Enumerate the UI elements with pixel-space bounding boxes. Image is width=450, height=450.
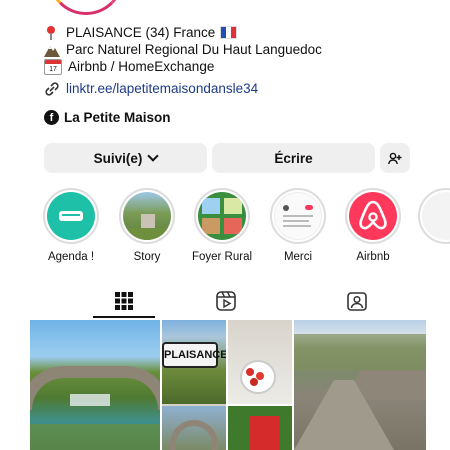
tab-grid[interactable] (94, 286, 154, 316)
message-button[interactable]: Écrire (212, 143, 375, 173)
highlight-label: Merci (283, 251, 313, 263)
highlight-label: Airbnb (356, 251, 390, 263)
bio-link[interactable]: linktr.ee/lapetitemaisondansle34 (66, 80, 258, 97)
bio-park: Parc Naturel Regional Du Haut Languedoc (66, 42, 322, 57)
tagged-icon (347, 292, 367, 311)
foyer-rural-cover-icon (198, 192, 246, 240)
highlight-story[interactable]: Story (114, 188, 180, 263)
bio-facebook-line[interactable]: f La Petite Maison (44, 109, 434, 126)
highlight-merci[interactable]: Merci (265, 188, 331, 263)
profile-avatar-ring[interactable] (48, 0, 124, 15)
profile-tabs (30, 286, 426, 318)
bio-rentals-line: 17 Airbnb / HomeExchange (44, 58, 434, 75)
bio-park-line: Parc Naturel Regional Du Haut Languedoc (44, 41, 434, 58)
plaisance-sign: PLAISANCE (162, 342, 228, 368)
bio-location-line: PLAISANCE (34) France (44, 24, 434, 41)
highlight-partial[interactable] (418, 188, 450, 244)
story-highlights: Agenda ! Story Foyer Rural Merci Airbnb (40, 188, 450, 268)
grid-icon (115, 292, 133, 310)
profile-actions: Suivi(e) Écrire (44, 143, 410, 173)
reels-icon (216, 291, 236, 311)
post-stone-path[interactable] (294, 320, 426, 450)
bio-link-line[interactable]: linktr.ee/lapetitemaisondansle34 (44, 80, 434, 97)
bio-location: PLAISANCE (34) France (66, 25, 216, 40)
message-label: Écrire (274, 150, 313, 166)
following-button[interactable]: Suivi(e) (44, 143, 207, 173)
highlight-label: Agenda ! (47, 251, 95, 263)
active-tab-indicator (93, 316, 155, 318)
agenda-cover-icon (47, 192, 95, 240)
add-person-icon (388, 152, 402, 164)
posts-grid: PLAISANCE (30, 320, 426, 450)
merci-cover-icon (274, 192, 322, 240)
bio-facebook[interactable]: La Petite Maison (64, 109, 171, 126)
add-person-button[interactable] (380, 143, 410, 173)
profile-bio: PLAISANCE (34) France Parc Naturel Regio… (44, 24, 434, 126)
highlight-label: Story (133, 251, 161, 263)
highlight-agenda[interactable]: Agenda ! (38, 188, 104, 263)
highlight-cover-icon (422, 192, 450, 240)
airbnb-logo-icon (349, 192, 397, 240)
calendar-icon: 17 (44, 58, 62, 75)
link-icon (45, 81, 59, 96)
post-stone-bridge[interactable] (30, 320, 160, 450)
post-village-collage[interactable]: PLAISANCE (162, 320, 292, 450)
chevron-down-icon (147, 150, 160, 162)
highlight-airbnb[interactable]: Airbnb (340, 188, 406, 263)
pin-icon (44, 25, 60, 40)
france-flag-icon (220, 26, 238, 39)
mountain-icon (44, 45, 60, 57)
bio-rentals: Airbnb / HomeExchange (68, 59, 215, 74)
following-label: Suivi(e) (93, 150, 143, 166)
highlight-label: Foyer Rural (191, 251, 253, 263)
facebook-icon: f (44, 110, 59, 125)
tab-tagged[interactable] (327, 286, 387, 316)
tab-reels[interactable] (196, 286, 256, 316)
highlight-foyer-rural[interactable]: Foyer Rural (189, 188, 255, 263)
story-cover-icon (123, 192, 171, 240)
